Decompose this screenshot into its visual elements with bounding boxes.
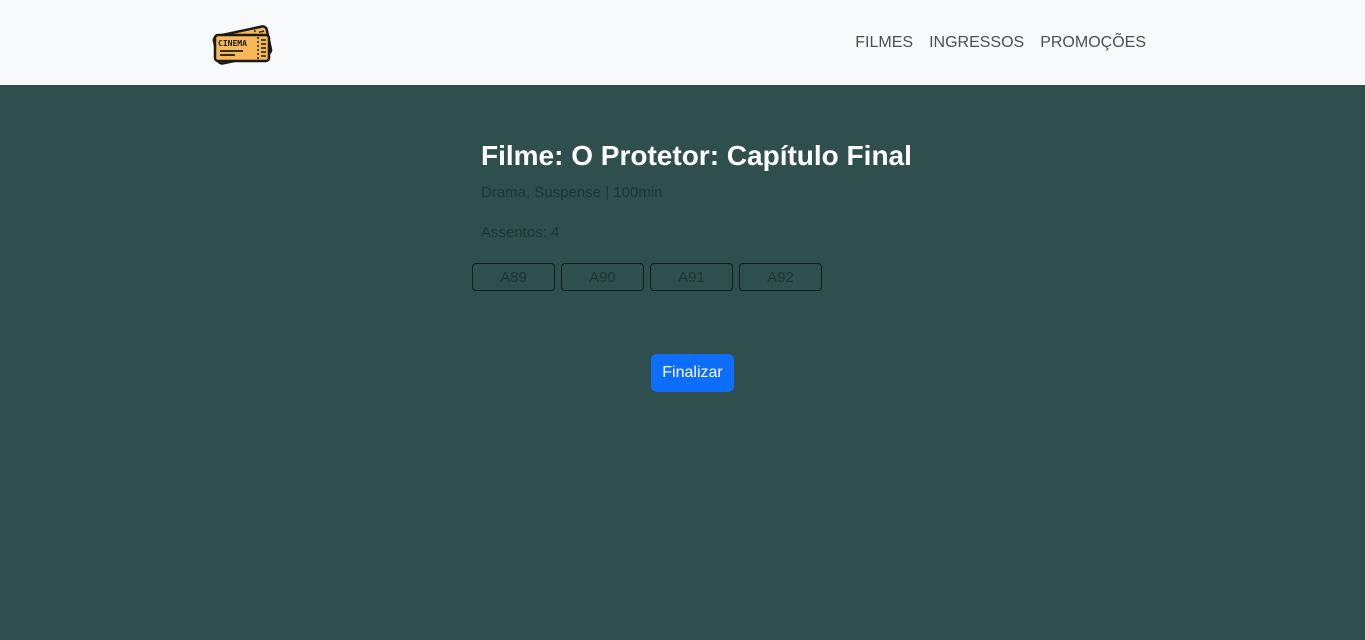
finalizar-button[interactable]: Finalizar xyxy=(651,354,734,392)
nav-link-promocoes[interactable]: PROMOÇÕES xyxy=(1040,33,1146,53)
seats-count: Assentos: 4 xyxy=(481,224,560,241)
svg-text:CINEMA: CINEMA xyxy=(218,39,247,48)
movie-title: Filme: O Protetor: Capítulo Final xyxy=(481,140,912,171)
checkout-summary: Filme: O Protetor: Capítulo Final Drama,… xyxy=(481,139,1081,243)
navbar: CINEMA FILMES INGRESSOS PROMOÇÕES xyxy=(0,0,1365,85)
selected-seats: A89 A90 A91 A92 xyxy=(472,263,822,291)
ticket-icon: CINEMA xyxy=(212,25,273,65)
seat-badge[interactable]: A90 xyxy=(561,263,644,291)
movie-genre-duration: Drama, Suspense | 100min xyxy=(481,184,663,201)
seat-badge[interactable]: A92 xyxy=(739,263,822,291)
cinema-ticket-logo[interactable]: CINEMA xyxy=(211,21,273,65)
main-nav: FILMES INGRESSOS PROMOÇÕES xyxy=(855,33,1146,53)
seat-badge[interactable]: A91 xyxy=(650,263,733,291)
nav-link-ingressos[interactable]: INGRESSOS xyxy=(929,33,1024,53)
nav-link-filmes[interactable]: FILMES xyxy=(855,33,913,53)
seat-badge[interactable]: A89 xyxy=(472,263,555,291)
